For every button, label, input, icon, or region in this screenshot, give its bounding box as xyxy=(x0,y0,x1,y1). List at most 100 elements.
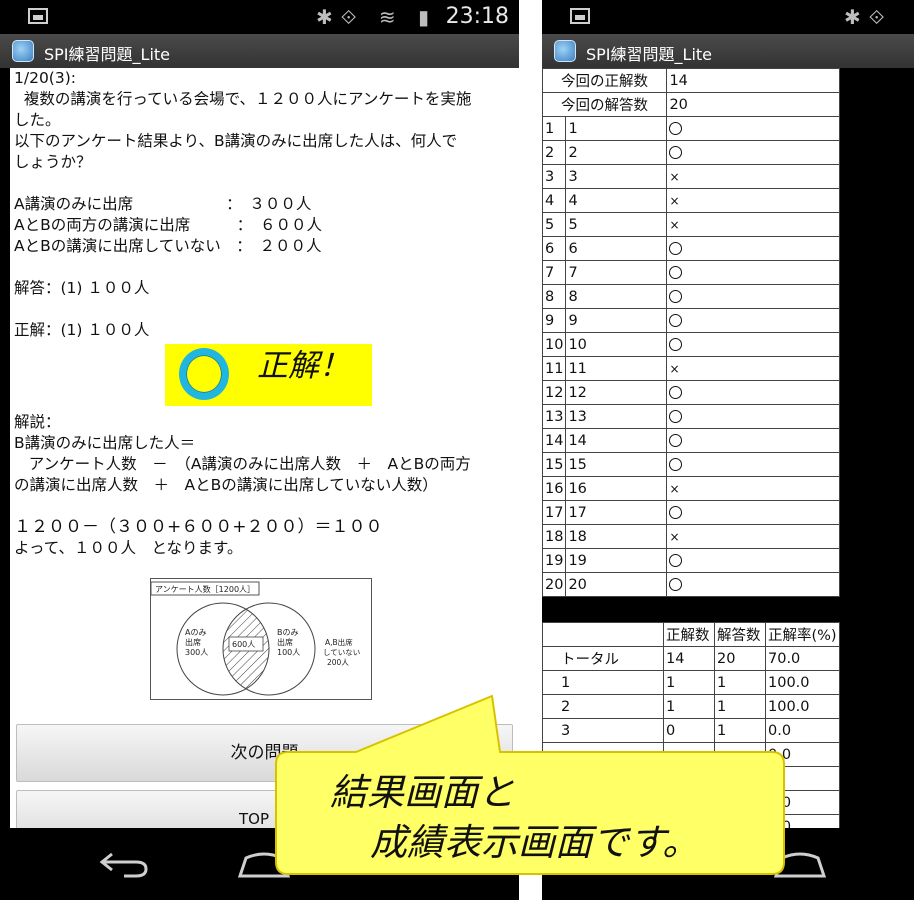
result-index: 10 xyxy=(542,332,567,357)
score-cell: 0.0 xyxy=(765,790,840,815)
circle-mark-icon xyxy=(669,410,683,423)
result-question: 3 xyxy=(565,164,668,189)
result-row: 11 11 × xyxy=(542,356,840,381)
score-header: 解答数 xyxy=(714,622,766,647)
score-row: 2 1 1 100.0 xyxy=(542,694,840,719)
survey-line: AとBの講演に出席していない ： ２００人 xyxy=(14,237,322,255)
diagram-both: 600人 xyxy=(232,640,255,649)
correct-badge: 正解！ xyxy=(165,344,372,406)
score-row: トータル 14 20 70.0 xyxy=(542,646,840,671)
summary-label: 今回の正解数 xyxy=(542,68,668,93)
result-row: 4 4 × xyxy=(542,188,840,213)
question-line: しょうか？ xyxy=(14,153,92,171)
result-question: 5 xyxy=(565,212,668,237)
image-notification-icon xyxy=(28,8,48,24)
score-cell: 2 xyxy=(542,694,664,719)
result-index: 5 xyxy=(542,212,567,237)
result-question: 11 xyxy=(565,356,668,381)
score-cell xyxy=(714,814,766,828)
result-question: 2 xyxy=(565,140,668,165)
circle-mark-icon xyxy=(669,434,683,447)
result-index: 11 xyxy=(542,356,567,381)
result-row: 17 17 xyxy=(542,500,840,525)
score-cell xyxy=(542,766,664,791)
score-screen[interactable]: 今回の正解数 14 今回の解答数 20 1 1 2 2 3 3 × 4 4 × 5 5 × 6 6 7 7 8 8 9 9 10… xyxy=(542,68,840,828)
question-number: 1/20(3): xyxy=(14,69,76,87)
result-mark xyxy=(666,380,840,405)
result-row: 13 13 xyxy=(542,404,840,429)
survey-line: A講演のみに出席 ： ３００人 xyxy=(14,195,312,213)
score-cell xyxy=(714,766,766,791)
result-row: 14 14 xyxy=(542,428,840,453)
score-header: 正解率(%) xyxy=(765,622,840,647)
score-row: 1 1 1 100.0 xyxy=(542,670,840,695)
result-index: 15 xyxy=(542,452,567,477)
question-line: 複数の講演を行っている会場で、１２００人にアンケートを実施 xyxy=(14,90,472,108)
result-index: 18 xyxy=(542,524,567,549)
back-icon[interactable] xyxy=(98,850,150,878)
result-mark: × xyxy=(666,356,840,381)
circle-mark-icon xyxy=(669,122,683,135)
diagram-neither: 200人 xyxy=(327,658,349,667)
score-cell xyxy=(714,790,766,815)
score-table: 正解数 解答数 正解率(%) トータル 14 20 70.0 1 1 1 100.0 2 1 1 100.… xyxy=(542,622,840,828)
summary-value: 14 xyxy=(666,68,840,93)
score-cell: 3 xyxy=(542,718,664,743)
result-screen[interactable]: 1/20(3): 複数の講演を行っている会場で、１２００人にアンケートを実施 し… xyxy=(10,68,519,828)
result-row: 66 xyxy=(542,236,840,261)
score-cell: 70.0 xyxy=(765,646,840,671)
result-question: 7 xyxy=(565,260,668,285)
score-cell: 0.0 xyxy=(765,718,840,743)
result-row: 11 xyxy=(542,116,840,141)
result-mark: × xyxy=(666,164,840,189)
result-mark xyxy=(666,140,840,165)
result-mark xyxy=(666,308,840,333)
status-bar: ✱⟐ xyxy=(542,0,914,34)
result-mark xyxy=(666,548,840,573)
summary-value: 20 xyxy=(666,92,840,117)
score-cell: 1 xyxy=(663,670,715,695)
score-cell xyxy=(714,742,766,767)
app-title: SPI練習問題_Lite xyxy=(44,45,171,64)
action-bar: SPI練習問題_Lite xyxy=(542,34,914,68)
result-index: 1 xyxy=(542,116,567,141)
result-mark xyxy=(666,428,840,453)
result-question: 1 xyxy=(565,116,668,141)
result-index: 8 xyxy=(542,284,567,309)
score-cell xyxy=(663,790,715,815)
status-icons: ✱⟐ xyxy=(844,5,893,29)
question-line: した。 xyxy=(14,111,61,129)
explanation-line: の講演に出席人数 ＋ AとBの講演に出席していない人数） xyxy=(14,476,438,494)
circle-mark-icon xyxy=(669,506,683,519)
circle-mark-icon xyxy=(669,578,683,591)
result-mark: × xyxy=(666,188,840,213)
diagram-a-only: 出席 xyxy=(185,637,201,647)
result-index: 9 xyxy=(542,308,567,333)
result-index: 17 xyxy=(542,500,567,525)
score-cell: トータル xyxy=(542,646,664,671)
result-mark xyxy=(666,452,840,477)
result-mark: × xyxy=(666,476,840,501)
score-cell: 0.0 xyxy=(765,814,840,828)
score-cell: 1 xyxy=(542,670,664,695)
score-cell: 1 xyxy=(714,694,766,719)
result-question: 15 xyxy=(565,452,668,477)
score-cell xyxy=(542,742,664,767)
result-index: 2 xyxy=(542,140,567,165)
user-answer: 解答：(1) １００人 xyxy=(14,279,150,297)
home-icon[interactable] xyxy=(772,850,828,878)
score-cell: 0.0 xyxy=(765,742,840,767)
result-mark xyxy=(666,332,840,357)
result-question: 17 xyxy=(565,500,668,525)
result-row: 16 16 × xyxy=(542,476,840,501)
result-index: 6 xyxy=(542,236,567,261)
score-cell xyxy=(663,742,715,767)
result-mark xyxy=(666,284,840,309)
result-row: 20 20 xyxy=(542,572,840,597)
diagram-b-only: Bのみ xyxy=(277,628,299,637)
result-index: 13 xyxy=(542,404,567,429)
score-row: 0.0 xyxy=(542,790,840,815)
callout-line-2: 成績表示画面です。 xyxy=(370,821,700,864)
result-question: 8 xyxy=(565,284,668,309)
home-icon[interactable] xyxy=(236,850,292,878)
